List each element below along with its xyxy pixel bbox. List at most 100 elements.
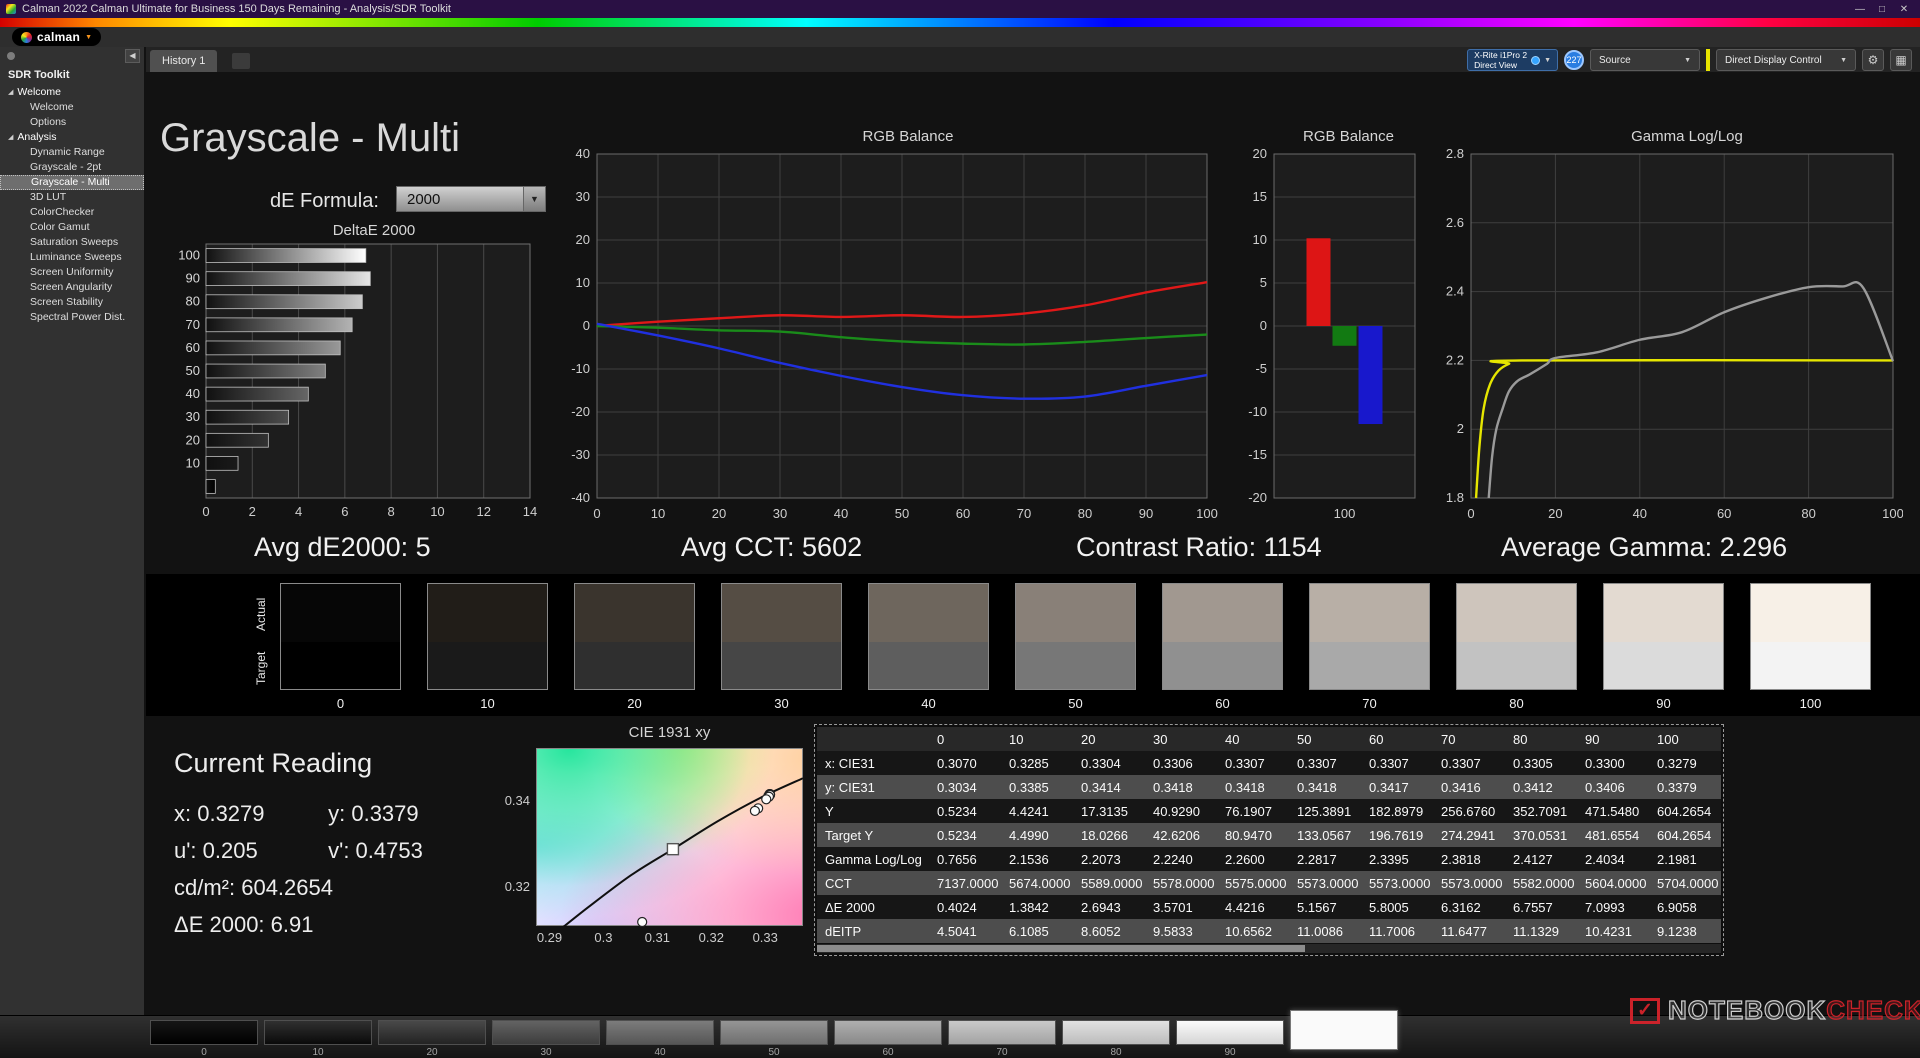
close-button[interactable]: ✕ <box>1894 4 1914 15</box>
maximize-button[interactable]: □ <box>1872 4 1892 15</box>
pattern-patch-30[interactable]: 30 <box>492 1016 602 1058</box>
sidebar-item-grayscale-2pt[interactable]: Grayscale - 2pt <box>0 160 144 175</box>
table-row-target-y: Target Y 0.5234 4.4990 18.0266 42.6206 80.947… <box>817 823 1721 847</box>
status-dot-icon <box>7 52 15 60</box>
pattern-patch-90[interactable]: 90 <box>1176 1016 1286 1058</box>
table-header-cell: 0 <box>929 727 1001 751</box>
sidebar-item-saturation-sweeps[interactable]: Saturation Sweeps <box>0 235 144 250</box>
swatch-level-label: 20 <box>627 696 642 711</box>
sidebar-item-options[interactable]: Options <box>0 115 144 130</box>
pattern-patch-60[interactable]: 60 <box>834 1016 944 1058</box>
sidebar-group-welcome[interactable]: ◢ Welcome <box>0 85 144 100</box>
swatch-actual-color <box>428 584 547 642</box>
reading-count-badge[interactable]: 227 <box>1564 50 1584 70</box>
swatch-target-color <box>281 642 400 689</box>
sidebar-item-welcome[interactable]: Welcome <box>0 100 144 115</box>
table-cell: 6.9058 <box>1649 895 1721 919</box>
svg-text:60: 60 <box>1717 506 1731 521</box>
scrollbar-thumb[interactable] <box>817 945 1306 952</box>
new-tab-button[interactable] <box>232 53 250 69</box>
swatch-level-label: 100 <box>1799 696 1822 711</box>
de-formula-value: 2000 <box>407 190 441 208</box>
table-cell: 2.4127 <box>1505 847 1577 871</box>
pattern-patch-0[interactable]: 0 <box>150 1016 260 1058</box>
patch-color <box>150 1020 258 1045</box>
swatch-row-label-actual: Actual <box>254 597 268 631</box>
table-cell: 5573.0000 <box>1361 871 1433 895</box>
tabstrip: History 1 X-Rite i1Pro 2 Direct View ▼ 2… <box>146 47 1920 72</box>
reading-x: x: 0.3279 <box>174 801 265 826</box>
meter-select-button[interactable]: X-Rite i1Pro 2 Direct View ▼ <box>1467 49 1558 71</box>
display-control-select-button[interactable]: Direct Display Control ▼ <box>1716 49 1856 71</box>
pattern-patch-40[interactable]: 40 <box>606 1016 716 1058</box>
settings-button[interactable]: ⚙ <box>1862 49 1884 71</box>
table-cell: 0.3305 <box>1505 751 1577 775</box>
sidebar-item-luminance-sweeps[interactable]: Luminance Sweeps <box>0 250 144 265</box>
calman-logo-text: calman <box>37 30 81 44</box>
swatch-target-color <box>1751 642 1870 689</box>
svg-text:10: 10 <box>576 275 590 290</box>
cie-y-tick-0-32: 0.32 <box>504 878 530 894</box>
meter-mode: Direct View <box>1474 60 1517 70</box>
chevron-down-icon: ▼ <box>85 33 93 41</box>
sidebar-item-color-gamut[interactable]: Color Gamut <box>0 220 144 235</box>
rgb-balance-bar-title: RGB Balance <box>1303 128 1394 145</box>
pattern-patch-100[interactable] <box>1290 1010 1400 1058</box>
minimize-button[interactable]: — <box>1850 4 1870 15</box>
table-row-label: x: CIE31 <box>817 751 929 775</box>
grayscale-swatch-90: 90 <box>1603 583 1724 711</box>
table-cell: 5.1567 <box>1289 895 1361 919</box>
display-control-label: Direct Display Control <box>1725 54 1822 66</box>
sidebar-group-analysis[interactable]: ◢ Analysis <box>0 130 144 145</box>
rgb-balance-line-title: RGB Balance <box>862 128 954 145</box>
sidebar-item-colorchecker[interactable]: ColorChecker <box>0 205 144 220</box>
de-formula-select[interactable]: 2000 ▼ <box>396 186 546 212</box>
pattern-patch-10[interactable]: 10 <box>264 1016 374 1058</box>
sidebar-item-dynamic-range[interactable]: Dynamic Range <box>0 145 144 160</box>
table-cell: 1.3842 <box>1001 895 1073 919</box>
gamma-chart: Gamma Log/Log 2.8 2.6 2.4 2.2 2 1.8 0 20 40 60 80 1… <box>1423 128 1904 531</box>
patch-level-label: 20 <box>426 1047 438 1058</box>
table-cell: 5582.0000 <box>1505 871 1577 895</box>
calibration-status-indicator <box>1706 49 1710 71</box>
sidebar-item-spectral-power-dist[interactable]: Spectral Power Dist. <box>0 310 144 325</box>
source-select-button[interactable]: Source ▼ <box>1590 49 1700 71</box>
table-cell: 2.2600 <box>1217 847 1289 871</box>
grayscale-swatch-60: 60 <box>1162 583 1283 711</box>
table-cell: 0.3307 <box>1433 751 1505 775</box>
sidebar: ◀ SDR Toolkit ◢ Welcome Welcome Options ◢ Ana… <box>0 47 145 1015</box>
svg-text:20: 20 <box>1548 506 1562 521</box>
reading-v-prime: v': 0.4753 <box>328 838 423 863</box>
pattern-patch-20[interactable]: 20 <box>378 1016 488 1058</box>
sidebar-item-screen-angularity[interactable]: Screen Angularity <box>0 280 144 295</box>
table-cell: 5.8005 <box>1361 895 1433 919</box>
patch-level-label: 60 <box>882 1047 894 1058</box>
calman-logo-button[interactable]: calman ▼ <box>12 28 102 46</box>
table-row-e-2000: ΔE 2000 0.4024 1.3842 2.6943 3.5701 4.4216 5.1… <box>817 895 1721 919</box>
swatch-actual-color <box>722 584 841 642</box>
sidebar-collapse-button[interactable]: ◀ <box>125 49 140 63</box>
notebookcheck-logo-icon: ✓ <box>1630 997 1660 1024</box>
cie-chart-svg <box>561 777 804 927</box>
sidebar-item-grayscale-multi[interactable]: Grayscale - Multi <box>0 175 144 190</box>
tab-history-1[interactable]: History 1 <box>150 50 218 72</box>
swatch-actual-color <box>1604 584 1723 642</box>
pattern-patch-70[interactable]: 70 <box>948 1016 1058 1058</box>
table-cell: 182.8979 <box>1361 799 1433 823</box>
table-cell: 125.3891 <box>1289 799 1361 823</box>
meter-label: X-Rite i1Pro 2 Direct View <box>1474 50 1527 70</box>
table-cell: 0.3418 <box>1217 775 1289 799</box>
patch-color <box>1290 1010 1398 1050</box>
pattern-patch-80[interactable]: 80 <box>1062 1016 1172 1058</box>
table-header-cell: 90 <box>1577 727 1649 751</box>
pattern-window-button[interactable]: ▦ <box>1890 49 1912 71</box>
svg-text:2.8: 2.8 <box>1446 148 1464 161</box>
sidebar-item-screen-stability[interactable]: Screen Stability <box>0 295 144 310</box>
svg-text:2: 2 <box>1457 421 1464 436</box>
pattern-patch-50[interactable]: 50 <box>720 1016 830 1058</box>
sidebar-item-screen-uniformity[interactable]: Screen Uniformity <box>0 265 144 280</box>
svg-text:90: 90 <box>186 271 200 286</box>
swatch-color-box <box>868 583 989 690</box>
sidebar-tree: ◢ Welcome Welcome Options ◢ Analysis Dynamic R… <box>0 85 144 325</box>
sidebar-item-3d-lut[interactable]: 3D LUT <box>0 190 144 205</box>
